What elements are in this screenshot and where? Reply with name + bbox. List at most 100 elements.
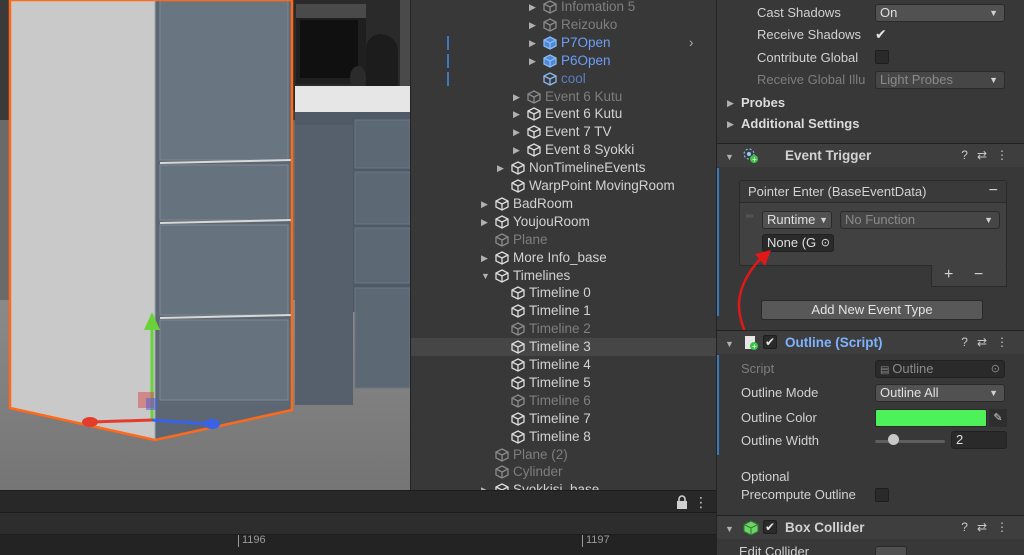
component-menu-icons[interactable]: ?⇄⋮ (961, 520, 1017, 534)
collapsed-arrow-icon[interactable]: ▶ (497, 159, 507, 177)
gameobject-cube-icon (495, 483, 509, 490)
additional-fold-arrow[interactable]: ▶ (727, 119, 734, 130)
outline-header[interactable]: ▼ + ✔ Outline (Script) ?⇄⋮ (717, 330, 1024, 354)
object-picker-icon[interactable]: ⊙ (821, 235, 830, 251)
hierarchy-row[interactable]: Cylinder (411, 463, 716, 481)
collapsed-arrow-icon[interactable]: ▶ (529, 0, 539, 16)
hierarchy-row[interactable]: ▶ More Info_base (411, 249, 716, 267)
hierarchy-row[interactable]: Timeline 2 (411, 320, 716, 338)
hierarchy-row-label: Timeline 8 (529, 428, 591, 444)
timeline-toolbar: ⋮ (0, 491, 716, 513)
probes-fold-arrow[interactable]: ▶ (727, 98, 734, 109)
outline-mode-value: Outline All (880, 385, 939, 400)
outline-mode-label: Outline Mode (741, 385, 819, 400)
outline-color-swatch[interactable] (875, 409, 987, 427)
outline-width-slider-track[interactable] (875, 440, 945, 443)
remove-entry-button[interactable]: − (974, 266, 983, 284)
event-trigger-header[interactable]: ▼ + Event Trigger ?⇄⋮ (717, 143, 1024, 167)
outline-mode-dropdown[interactable]: Outline All ▼ (875, 384, 1005, 402)
contribute-gi-checkbox[interactable] (875, 50, 889, 64)
hierarchy-row[interactable]: Plane (411, 231, 716, 249)
drag-handle[interactable]: ═ (746, 211, 753, 222)
collapsed-arrow-icon[interactable]: ▶ (513, 123, 523, 141)
hierarchy-row[interactable]: Timeline 3 (411, 338, 716, 357)
collapsed-arrow-icon[interactable]: ▶ (529, 34, 539, 52)
hierarchy-row[interactable]: Timeline 6 (411, 392, 716, 410)
hierarchy-row[interactable]: ▶ P6Open (411, 52, 716, 70)
collapsed-arrow-icon[interactable]: ▶ (529, 16, 539, 34)
outline-enabled-checkbox[interactable]: ✔ (763, 335, 777, 349)
hierarchy-row[interactable]: Timeline 1 (411, 302, 716, 320)
hierarchy-panel[interactable]: 👁 ▶Infomation 5▶Reizouko▶P7Open›▶P6Openc… (410, 0, 716, 490)
hierarchy-row[interactable]: ▶ YoujouRoom (411, 213, 716, 231)
hierarchy-row[interactable]: ▶ Event 7 TV (411, 123, 716, 141)
collapsed-arrow-icon[interactable]: ▶ (481, 213, 491, 231)
hierarchy-row[interactable]: ▶ Reizouko (411, 16, 716, 34)
eyedropper-icon[interactable]: ✎ (989, 409, 1007, 427)
outline-width-input[interactable]: 2 (951, 431, 1007, 449)
collapsed-arrow-icon[interactable]: ▶ (529, 52, 539, 70)
hierarchy-row[interactable]: ▶ P7Open › (411, 34, 716, 52)
collapsed-arrow-icon[interactable]: ▶ (481, 195, 491, 213)
collapsed-arrow-icon[interactable]: ▶ (513, 105, 523, 123)
script-file-icon: ▤ (880, 365, 893, 376)
more-options-icon[interactable]: ⋮ (694, 494, 708, 511)
hierarchy-row[interactable]: Plane (2) (411, 446, 716, 464)
hierarchy-row[interactable]: cool (411, 70, 716, 88)
box-collider-enabled-checkbox[interactable]: ✔ (763, 520, 777, 534)
cast-shadows-dropdown[interactable]: On ▼ (875, 4, 1005, 22)
script-field: ▤ Outline ⊙ (875, 360, 1005, 378)
additional-settings-label[interactable]: Additional Settings (741, 116, 859, 131)
hierarchy-row[interactable]: Timeline 8 (411, 428, 716, 446)
collapsed-arrow-icon[interactable]: ▶ (481, 481, 491, 490)
hierarchy-row-label: Timeline 0 (529, 285, 591, 301)
event-trigger-fold-arrow[interactable]: ▼ (725, 152, 734, 162)
precompute-outline-checkbox[interactable] (875, 488, 889, 502)
component-menu-icons[interactable]: ?⇄⋮ (961, 148, 1017, 162)
hierarchy-row[interactable]: Timeline 0 (411, 284, 716, 302)
hierarchy-row-label: Cylinder (513, 464, 563, 480)
collapsed-arrow-icon[interactable]: ▶ (513, 88, 523, 106)
runtime-dropdown[interactable]: Runtime ▼ (762, 211, 832, 229)
hierarchy-row[interactable]: Timeline 4 (411, 356, 716, 374)
collapsed-arrow-icon[interactable]: ▶ (513, 141, 523, 159)
hierarchy-row[interactable]: Timeline 5 (411, 374, 716, 392)
gameobject-cube-icon (511, 358, 525, 372)
hierarchy-row[interactable]: ▶ Event 6 Kutu (411, 105, 716, 123)
hierarchy-row[interactable]: ▶ BadRoom (411, 195, 716, 213)
add-entry-button[interactable]: + (944, 266, 953, 284)
gameobject-cube-icon (511, 286, 525, 301)
hierarchy-row[interactable]: WarpPoint MovingRoom (411, 177, 716, 195)
hierarchy-row-label: WarpPoint MovingRoom (529, 178, 675, 193)
chevron-right-icon[interactable]: › (689, 34, 694, 52)
hierarchy-row-label: Timeline 4 (529, 357, 591, 372)
selection-line (717, 355, 719, 455)
hierarchy-row[interactable]: ▶ Syokkisi_base (411, 481, 716, 490)
probes-section-label[interactable]: Probes (741, 95, 785, 110)
expanded-arrow-icon[interactable]: ▼ (481, 267, 491, 285)
receive-shadows-label: Receive Shadows (757, 27, 862, 42)
hierarchy-row[interactable]: ▼ Timelines (411, 267, 716, 285)
box-collider-title: Box Collider (785, 520, 865, 535)
precompute-outline-label: Precompute Outline (741, 487, 856, 502)
hierarchy-row[interactable]: ▶ Event 8 Syokki (411, 141, 716, 159)
hierarchy-row[interactable]: ▶ NonTimelineEvents (411, 159, 716, 177)
lock-icon[interactable] (676, 495, 688, 509)
box-collider-fold-arrow[interactable]: ▼ (725, 524, 734, 534)
outline-width-slider-thumb[interactable] (887, 434, 899, 445)
gameobject-cube-icon (511, 376, 525, 390)
box-collider-header[interactable]: ▼ ✔ Box Collider ?⇄⋮ (717, 515, 1024, 539)
timeline-ruler[interactable]: 1196 1197 (0, 535, 716, 555)
hierarchy-row[interactable]: ▶ Infomation 5 (411, 0, 716, 16)
gameobject-cube-icon (511, 322, 525, 336)
component-menu-icons[interactable]: ?⇄⋮ (961, 335, 1017, 349)
hierarchy-row[interactable]: ▶ Event 6 Kutu (411, 88, 716, 106)
collapsed-arrow-icon[interactable]: ▶ (481, 249, 491, 267)
remove-event-button[interactable]: − (989, 182, 998, 200)
receive-shadows-checkbox[interactable]: ✔ (875, 26, 887, 43)
outline-fold-arrow[interactable]: ▼ (725, 339, 734, 349)
edit-collider-button[interactable] (875, 546, 907, 555)
hierarchy-row[interactable]: Timeline 7 (411, 410, 716, 428)
scene-view[interactable] (0, 0, 410, 490)
receive-gi-label: Receive Global Illu (757, 72, 866, 87)
